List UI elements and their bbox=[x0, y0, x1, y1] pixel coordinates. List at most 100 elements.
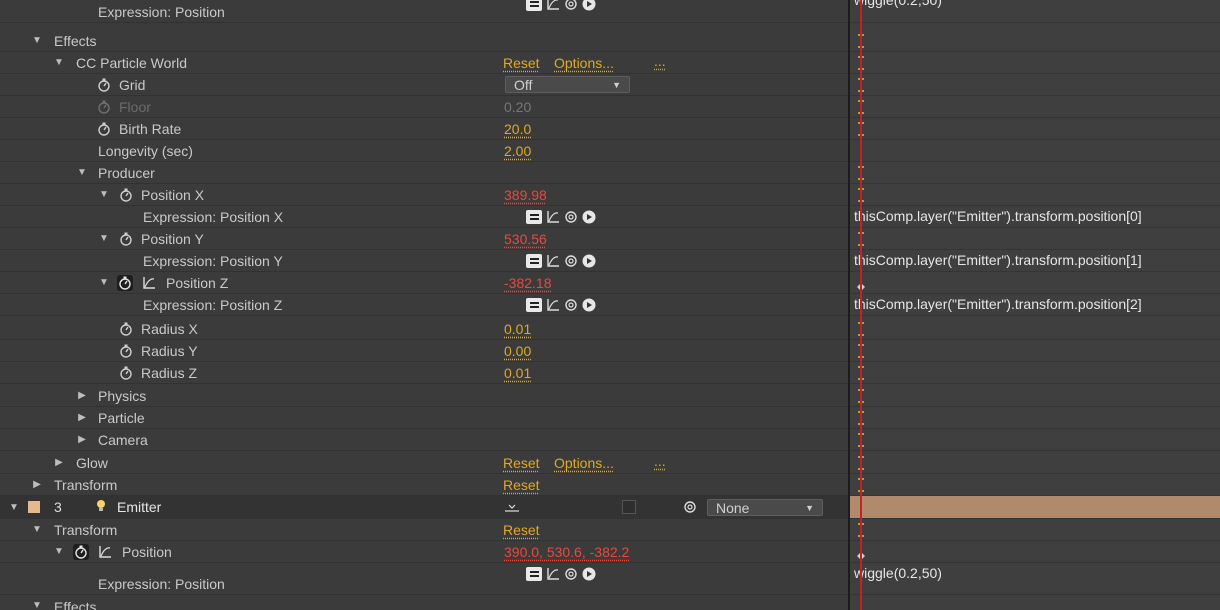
timeline-row bbox=[850, 118, 1220, 140]
expression-enable-icon[interactable] bbox=[526, 0, 542, 11]
expression-enable-icon[interactable] bbox=[526, 567, 542, 581]
twirl-open-icon[interactable]: ▼ bbox=[99, 277, 109, 288]
graph-icon[interactable] bbox=[546, 298, 560, 312]
parent-pickwhip-icon[interactable] bbox=[683, 500, 697, 514]
stopwatch-icon bbox=[97, 100, 111, 114]
birth-rate-value[interactable]: 20.0 bbox=[504, 121, 531, 137]
pickwhip-icon[interactable] bbox=[564, 298, 578, 312]
twirl-open-icon[interactable]: ▼ bbox=[99, 189, 109, 200]
property-row-floor: Floor 0.20 bbox=[0, 96, 848, 118]
effect-row-glow[interactable]: ▶ Glow Reset Options... ... bbox=[0, 452, 848, 474]
stopwatch-active-icon[interactable] bbox=[117, 275, 133, 291]
radius-x-value[interactable]: 0.01 bbox=[504, 321, 531, 337]
expression-language-menu-icon[interactable] bbox=[582, 210, 596, 224]
floor-label: Floor bbox=[119, 99, 151, 115]
layer-switch-checkbox[interactable] bbox=[622, 500, 636, 514]
twirl-open-icon[interactable]: ▼ bbox=[32, 35, 42, 46]
expression-language-menu-icon[interactable] bbox=[582, 254, 596, 268]
twirl-open-icon[interactable]: ▼ bbox=[54, 546, 64, 557]
stopwatch-icon[interactable] bbox=[97, 122, 111, 136]
radius-z-label: Radius Z bbox=[141, 365, 198, 381]
expression-text[interactable]: wiggle(0.2,50) bbox=[854, 0, 942, 8]
property-group-particle[interactable]: ▶ Particle bbox=[0, 407, 848, 429]
about-link[interactable]: ... bbox=[654, 53, 666, 69]
twirl-open-icon[interactable]: ▼ bbox=[32, 524, 42, 535]
parent-dropdown[interactable]: None ▼ bbox=[707, 499, 823, 516]
options-link[interactable]: Options... bbox=[554, 55, 614, 71]
timeline-row: thisComp.layer("Emitter").transform.posi… bbox=[850, 250, 1220, 272]
expression-language-menu-icon[interactable] bbox=[582, 0, 596, 11]
expression-text[interactable]: thisComp.layer("Emitter").transform.posi… bbox=[854, 296, 1142, 312]
pickwhip-icon[interactable] bbox=[564, 567, 578, 581]
pickwhip-icon[interactable] bbox=[564, 0, 578, 11]
stopwatch-icon[interactable] bbox=[119, 366, 133, 380]
radius-y-value[interactable]: 0.00 bbox=[504, 343, 531, 359]
timeline-row bbox=[850, 429, 1220, 451]
twirl-open-icon[interactable]: ▼ bbox=[9, 502, 19, 513]
graph-editor-icon[interactable] bbox=[142, 276, 156, 290]
stopwatch-icon[interactable] bbox=[119, 344, 133, 358]
expression-text[interactable]: wiggle(0.2,50) bbox=[854, 565, 942, 581]
twirl-open-icon[interactable]: ▼ bbox=[77, 167, 87, 178]
property-group-physics[interactable]: ▶ Physics bbox=[0, 385, 848, 407]
effects-label: Effects bbox=[54, 599, 97, 610]
property-group-producer[interactable]: ▼ Producer bbox=[0, 162, 848, 184]
expression-language-menu-icon[interactable] bbox=[582, 567, 596, 581]
pickwhip-icon[interactable] bbox=[564, 254, 578, 268]
graph-icon[interactable] bbox=[546, 254, 560, 268]
twirl-closed-icon[interactable]: ▶ bbox=[77, 412, 87, 423]
twirl-open-icon[interactable]: ▼ bbox=[54, 57, 64, 68]
layer-name[interactable]: Emitter bbox=[117, 499, 161, 515]
property-group-camera[interactable]: ▶ Camera bbox=[0, 429, 848, 451]
stopwatch-icon[interactable] bbox=[119, 188, 133, 202]
layer-row-emitter[interactable]: ▼ 3 Emitter None ▼ bbox=[0, 496, 848, 519]
property-row-effects-bottom[interactable]: ▼ Effects bbox=[0, 598, 848, 610]
stopwatch-icon[interactable] bbox=[119, 322, 133, 336]
expression-enable-icon[interactable] bbox=[526, 254, 542, 268]
longevity-value[interactable]: 2.00 bbox=[504, 143, 531, 159]
radius-z-value[interactable]: 0.01 bbox=[504, 365, 531, 381]
grid-dropdown[interactable]: Off ▼ bbox=[505, 76, 630, 93]
position-x-value[interactable]: 389.98 bbox=[504, 187, 547, 203]
current-time-indicator[interactable] bbox=[860, 0, 862, 610]
expression-controls bbox=[526, 210, 596, 224]
graph-icon[interactable] bbox=[546, 567, 560, 581]
twirl-closed-icon[interactable]: ▶ bbox=[54, 457, 64, 468]
reset-link[interactable]: Reset bbox=[503, 455, 540, 471]
graph-icon[interactable] bbox=[546, 0, 560, 11]
position-y-value[interactable]: 530.56 bbox=[504, 231, 547, 247]
property-row-expression-position-z: Expression: Position Z bbox=[0, 294, 848, 316]
stopwatch-icon[interactable] bbox=[97, 78, 111, 92]
property-row-effects[interactable]: ▼ Effects bbox=[0, 30, 848, 52]
position-value[interactable]: 390.0, 530.6, -382.2 bbox=[504, 544, 629, 560]
reset-link[interactable]: Reset bbox=[503, 477, 540, 493]
expression-enable-icon[interactable] bbox=[526, 210, 542, 224]
twirl-open-icon[interactable]: ▼ bbox=[99, 233, 109, 244]
stopwatch-active-icon[interactable] bbox=[73, 544, 89, 560]
shy-switch-icon[interactable] bbox=[504, 500, 520, 512]
expression-language-menu-icon[interactable] bbox=[582, 298, 596, 312]
reset-link[interactable]: Reset bbox=[503, 522, 540, 538]
twirl-closed-icon[interactable]: ▶ bbox=[32, 479, 42, 490]
twirl-closed-icon[interactable]: ▶ bbox=[77, 434, 87, 445]
property-row-radius-x: Radius X 0.01 bbox=[0, 318, 848, 340]
expression-text[interactable]: thisComp.layer("Emitter").transform.posi… bbox=[854, 208, 1142, 224]
graph-editor-icon[interactable] bbox=[98, 545, 112, 559]
radius-x-label: Radius X bbox=[141, 321, 198, 337]
graph-icon[interactable] bbox=[546, 210, 560, 224]
pickwhip-icon[interactable] bbox=[564, 210, 578, 224]
options-link[interactable]: Options... bbox=[554, 455, 614, 471]
twirl-closed-icon[interactable]: ▶ bbox=[77, 390, 87, 401]
twirl-open-icon[interactable]: ▼ bbox=[32, 600, 42, 610]
label-color-swatch[interactable] bbox=[28, 501, 40, 513]
reset-link[interactable]: Reset bbox=[503, 55, 540, 71]
layer-duration-bar[interactable] bbox=[850, 496, 1220, 519]
expression-text[interactable]: thisComp.layer("Emitter").transform.posi… bbox=[854, 252, 1142, 268]
position-z-value[interactable]: -382.18 bbox=[504, 275, 551, 291]
stopwatch-icon[interactable] bbox=[119, 232, 133, 246]
expression-enable-icon[interactable] bbox=[526, 298, 542, 312]
property-group-transform-emitter[interactable]: ▼ Transform Reset bbox=[0, 519, 848, 541]
effect-row-cc-particle-world[interactable]: ▼ CC Particle World Reset Options... ... bbox=[0, 52, 848, 74]
property-group-transform[interactable]: ▶ Transform Reset bbox=[0, 474, 848, 496]
about-link[interactable]: ... bbox=[654, 453, 666, 469]
